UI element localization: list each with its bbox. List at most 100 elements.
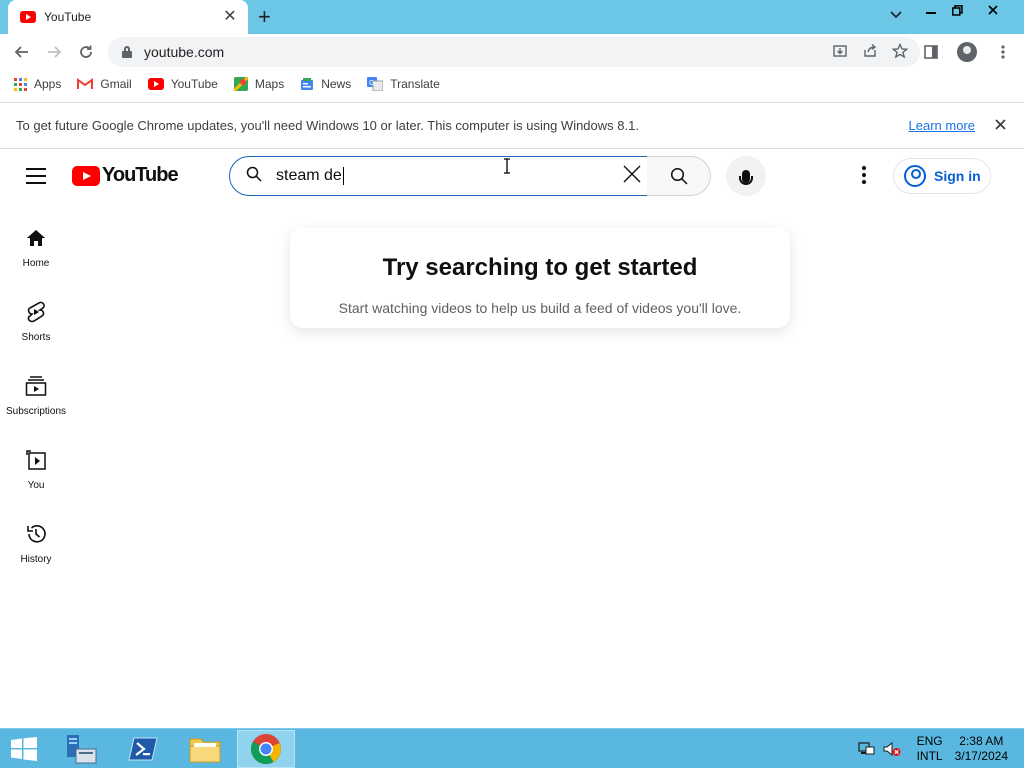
minimize-button[interactable] [918,0,944,20]
shorts-icon [24,300,48,324]
share-icon[interactable] [862,43,878,62]
guide-item-home[interactable]: Home [0,220,72,294]
search-query[interactable]: steam de [276,167,342,184]
bookmark-news[interactable]: News [300,77,351,91]
keyboard-layout: INTL [916,749,943,763]
tab-search-chevron-icon[interactable] [890,8,902,22]
guide-label: Subscriptions [5,406,67,417]
sign-in-label: Sign in [934,168,981,184]
tab-close-icon[interactable]: ✕ [222,9,238,25]
clock-time: 2:38 AM [959,734,1004,748]
browser-titlebar: YouTube ✕ + [0,0,1024,34]
folder-icon [189,738,221,763]
guide-label: Shorts [21,332,51,343]
bookmark-youtube[interactable]: YouTube [147,77,218,91]
account-circle-icon [904,165,926,187]
update-infobar: To get future Google Chrome updates, you… [0,102,1024,149]
youtube-icon [147,78,164,90]
search-icon [246,166,262,187]
bookmark-star-icon[interactable] [891,42,909,62]
reload-icon[interactable] [70,36,102,68]
bookmark-translate[interactable]: G Translate [367,77,440,91]
restore-button[interactable] [944,0,970,20]
search-icon [670,167,688,185]
apps-grid-icon [14,77,27,91]
taskbar-server-manager[interactable] [52,730,110,768]
search-button[interactable] [647,156,711,196]
guide-label: History [20,554,52,565]
subscriptions-icon [24,374,48,398]
youtube-logo[interactable]: YouTube [72,164,179,187]
mini-guide: Home Shorts Subscriptions You History [0,220,72,590]
network-icon[interactable] [857,741,875,757]
chrome-icon [250,734,281,765]
taskbar-chrome[interactable] [237,730,295,768]
text-cursor-icon [504,158,510,174]
microphone-icon [739,169,753,185]
home-icon [24,226,48,250]
tab-title: YouTube [44,10,92,24]
guide-label: Home [22,258,50,269]
side-panel-icon[interactable] [920,39,942,65]
guide-item-you[interactable]: You [0,442,72,516]
clock-date: 3/17/2024 [954,749,1008,763]
youtube-favicon-icon [20,11,36,23]
settings-menu-icon[interactable] [862,166,866,184]
bookmark-label: News [321,77,352,91]
empty-feed-subtitle: Start watching videos to help us build a… [338,300,742,316]
taskbar-file-explorer[interactable] [176,730,234,768]
bookmark-label: Translate [390,77,440,91]
language-code: ENG [916,734,943,748]
new-tab-button[interactable]: + [258,6,271,28]
volume-muted-icon[interactable] [883,741,901,757]
infobar-message: To get future Google Chrome updates, you… [16,118,639,133]
history-icon [24,522,48,546]
browser-tab-youtube[interactable]: YouTube ✕ [8,0,248,34]
translate-icon: G [367,77,384,91]
lock-icon[interactable] [122,46,132,58]
learn-more-link[interactable]: Learn more [909,118,975,133]
windows-taskbar: ENG INTL 2:38 AM 3/17/2024 [0,728,1024,768]
search-input[interactable]: steam de [229,156,648,196]
taskbar-powershell[interactable] [114,730,172,768]
guide-item-subscriptions[interactable]: Subscriptions [0,368,72,442]
powershell-icon [128,737,158,761]
guide-item-history[interactable]: History [0,516,72,590]
bookmark-label: Apps [34,77,62,91]
chrome-menu-icon[interactable] [992,39,1014,65]
forward-arrow-icon[interactable] [38,36,70,68]
url-text[interactable]: youtube.com [144,44,832,60]
guide-menu-icon[interactable] [26,168,46,184]
profile-avatar-icon[interactable] [956,39,978,65]
bookmark-apps[interactable]: Apps [14,77,61,91]
back-arrow-icon[interactable] [6,36,38,68]
start-button[interactable] [10,737,38,761]
close-window-button[interactable] [970,0,1016,20]
bookmarks-bar: Apps Gmail YouTube Maps News G Translate [0,70,1024,98]
sign-in-button[interactable]: Sign in [893,158,991,194]
clear-search-icon[interactable] [623,164,641,188]
youtube-masthead: YouTube steam de Sign in [0,150,1024,206]
gmail-icon [77,78,94,89]
news-icon [301,78,314,90]
maps-icon [233,77,248,91]
youtube-logo-icon [72,165,100,186]
bookmark-label: Gmail [100,77,132,91]
youtube-page: YouTube steam de Sign in Home Shorts Sub… [0,150,1024,728]
bookmark-label: Maps [254,77,285,91]
system-tray: ENG INTL 2:38 AM 3/17/2024 [857,729,1024,769]
address-bar[interactable]: youtube.com [108,37,920,67]
empty-feed-title: Try searching to get started [382,254,698,281]
bookmark-gmail[interactable]: Gmail [77,77,132,91]
bookmark-maps[interactable]: Maps [233,77,285,91]
install-app-icon[interactable] [832,43,848,62]
infobar-close-icon[interactable] [995,117,1006,135]
voice-search-button[interactable] [726,156,766,196]
youtube-logo-text: YouTube [102,164,179,186]
guide-item-shorts[interactable]: Shorts [0,294,72,368]
bookmark-label: YouTube [170,77,218,91]
taskbar-clock[interactable]: 2:38 AM 3/17/2024 [955,734,1008,764]
input-language-indicator[interactable]: ENG INTL [917,734,943,764]
svg-text:G: G [369,80,374,87]
empty-feed-card: Try searching to get started Start watch… [290,228,790,328]
